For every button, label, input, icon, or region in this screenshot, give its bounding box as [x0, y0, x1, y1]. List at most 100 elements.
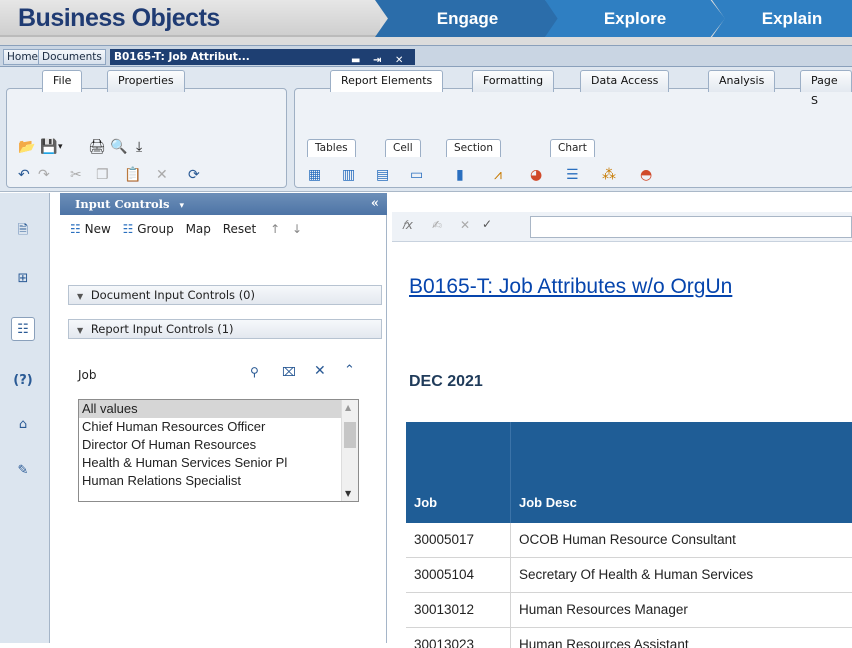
- list-item[interactable]: All values: [79, 400, 358, 418]
- explore-step[interactable]: Explore: [545, 0, 725, 37]
- document-summary-icon[interactable]: 🗎: [11, 219, 35, 243]
- restore-icon[interactable]: ▬: [351, 53, 360, 68]
- document-input-controls-label: Document Input Controls (0): [90, 288, 255, 302]
- table-row[interactable]: 30013012 Human Resources Manager: [406, 593, 852, 628]
- input-controls-panel: Input Controls ▾ « ☷ New ☷ Group Map Res…: [60, 193, 387, 643]
- job-listbox[interactable]: All values Chief Human Resources Officer…: [78, 399, 359, 502]
- save-dropdown-icon[interactable]: ▾: [58, 139, 63, 155]
- gauge-chart-icon[interactable]: ◓: [640, 167, 652, 183]
- cancel-formula-icon[interactable]: ✕: [460, 218, 470, 232]
- horizontal-bar-icon[interactable]: ☰: [566, 167, 579, 183]
- move-down-icon[interactable]: ↓: [292, 222, 302, 236]
- home-tab[interactable]: Home: [3, 49, 43, 65]
- navigation-map-icon[interactable]: ⊞: [11, 267, 35, 291]
- subtab-section[interactable]: Section: [446, 139, 502, 157]
- reset-button[interactable]: Reset: [223, 222, 257, 236]
- crosstab-icon[interactable]: ▤: [376, 167, 389, 183]
- paste-icon[interactable]: 📋: [124, 167, 141, 183]
- table-grid-icon[interactable]: ▦: [308, 167, 321, 183]
- new-control-button[interactable]: New: [85, 222, 111, 236]
- new-control-icon[interactable]: ☷: [70, 222, 81, 236]
- print-icon[interactable]: 🖨: [88, 139, 106, 155]
- pin-icon[interactable]: ⇥: [373, 53, 381, 68]
- undo-icon[interactable]: ↶: [18, 167, 30, 183]
- formula-icon[interactable]: 𝑓x: [402, 218, 413, 233]
- close-icon[interactable]: ✕: [395, 53, 403, 68]
- input-controls-header[interactable]: Input Controls ▾ «: [60, 193, 387, 215]
- group-icon[interactable]: ☷: [123, 222, 134, 236]
- document-input-controls-section[interactable]: ▼ Document Input Controls (0): [68, 285, 382, 305]
- group-button[interactable]: Group: [137, 222, 174, 236]
- list-item[interactable]: Human Relations Specialist: [79, 472, 358, 490]
- list-item[interactable]: Health & Human Services Senior Pl: [79, 454, 358, 472]
- pie-chart-icon[interactable]: ◕: [530, 167, 542, 183]
- tab-page-setup[interactable]: Page S: [800, 70, 852, 107]
- report-title[interactable]: B0165-T: Job Attributes w/o OrgUn: [409, 275, 732, 299]
- header-dropdown-icon[interactable]: ▾: [180, 201, 185, 211]
- formula-editor-icon[interactable]: ✍: [432, 218, 442, 232]
- form-icon[interactable]: ▭: [410, 167, 423, 183]
- subtab-cell[interactable]: Cell: [385, 139, 421, 157]
- delete-icon[interactable]: ✕: [156, 167, 168, 183]
- engage-step[interactable]: Engage: [375, 0, 560, 37]
- tab-formatting[interactable]: Formatting: [472, 70, 555, 92]
- job-cell: 30013012: [414, 602, 475, 617]
- input-controls-icon[interactable]: ☷: [11, 317, 35, 341]
- listbox-scrollbar[interactable]: ▲ ▼: [341, 400, 358, 501]
- cell-divider: [510, 593, 511, 627]
- find-icon[interactable]: 🔍: [110, 139, 127, 155]
- job-desc-cell: OCOB Human Resource Consultant: [519, 532, 736, 547]
- collapse-panel-icon[interactable]: «: [371, 193, 379, 215]
- data-icon[interactable]: ⌂: [11, 413, 35, 437]
- table-row[interactable]: 30013023 Human Resources Assistant: [406, 628, 852, 648]
- report-date: DEC 2021: [409, 373, 483, 390]
- report-input-controls-section[interactable]: ▼ Report Input Controls (1): [68, 319, 382, 339]
- job-desc-cell: Human Resources Manager: [519, 602, 688, 617]
- open-folder-icon[interactable]: 📂: [18, 139, 35, 155]
- scroll-up-icon[interactable]: ▲: [345, 403, 351, 412]
- table-row[interactable]: 30005017 OCOB Human Resource Consultant: [406, 523, 852, 558]
- top-banner: Business Objects Engage Explore Explain: [0, 0, 852, 45]
- cut-icon[interactable]: ✂: [70, 167, 82, 183]
- explain-step[interactable]: Explain: [712, 0, 852, 37]
- scroll-thumb[interactable]: [344, 422, 356, 448]
- export-icon[interactable]: ⤓: [136, 139, 142, 155]
- formula-input[interactable]: [530, 216, 852, 238]
- collapse-arrow-icon: ▼: [77, 326, 84, 335]
- tab-analysis[interactable]: Analysis: [708, 70, 776, 92]
- map-button[interactable]: Map: [186, 222, 211, 236]
- ribbon: File Properties 📂 💾 ▾ 🖨 🔍 ⤓ ↶ ↷ ✂ ❐ 📋 ✕ …: [0, 67, 852, 192]
- vertical-table-icon[interactable]: ▥: [342, 167, 355, 183]
- copy-icon[interactable]: ❐: [96, 167, 109, 183]
- list-item[interactable]: Chief Human Resources Officer: [79, 418, 358, 436]
- bar-chart-icon[interactable]: ▮: [456, 167, 464, 183]
- header-divider: [510, 422, 511, 523]
- point-chart-icon[interactable]: ⁂: [602, 167, 616, 183]
- move-up-icon[interactable]: ↑: [270, 222, 280, 236]
- app-logo: Business Objects: [0, 0, 380, 37]
- help-icon[interactable]: (?): [11, 369, 35, 393]
- edit-control-icon[interactable]: ⚲: [250, 365, 259, 379]
- line-chart-icon[interactable]: ⩘: [494, 167, 502, 183]
- column-header-job[interactable]: Job: [414, 495, 437, 510]
- subtab-tables[interactable]: Tables: [307, 139, 356, 157]
- tab-report-elements[interactable]: Report Elements: [330, 70, 444, 92]
- table-row[interactable]: 30005104 Secretary Of Health & Human Ser…: [406, 558, 852, 593]
- tab-file[interactable]: File: [42, 70, 83, 92]
- list-item[interactable]: Director Of Human Resources: [79, 436, 358, 454]
- documents-tab[interactable]: Documents: [38, 49, 106, 65]
- subtab-chart[interactable]: Chart: [550, 139, 595, 157]
- active-document-tab[interactable]: B0165-T: Job Attribut... ▬ ⇥ ✕: [110, 49, 415, 68]
- collapse-control-icon[interactable]: ⌃: [344, 363, 355, 378]
- remove-control-icon[interactable]: ✕: [314, 363, 326, 379]
- save-icon[interactable]: 💾: [40, 139, 57, 155]
- scroll-down-icon[interactable]: ▼: [345, 489, 351, 498]
- redo-icon[interactable]: ↷: [38, 167, 50, 183]
- highlight-dependencies-icon[interactable]: ⌧: [282, 365, 296, 379]
- column-header-job-desc[interactable]: Job Desc: [519, 495, 577, 510]
- validate-formula-icon[interactable]: ✓: [482, 217, 492, 231]
- tab-properties[interactable]: Properties: [107, 70, 185, 92]
- refresh-icon[interactable]: ⟳: [188, 167, 200, 183]
- tab-data-access[interactable]: Data Access: [580, 70, 670, 92]
- edit-document-icon[interactable]: ✎: [11, 459, 35, 483]
